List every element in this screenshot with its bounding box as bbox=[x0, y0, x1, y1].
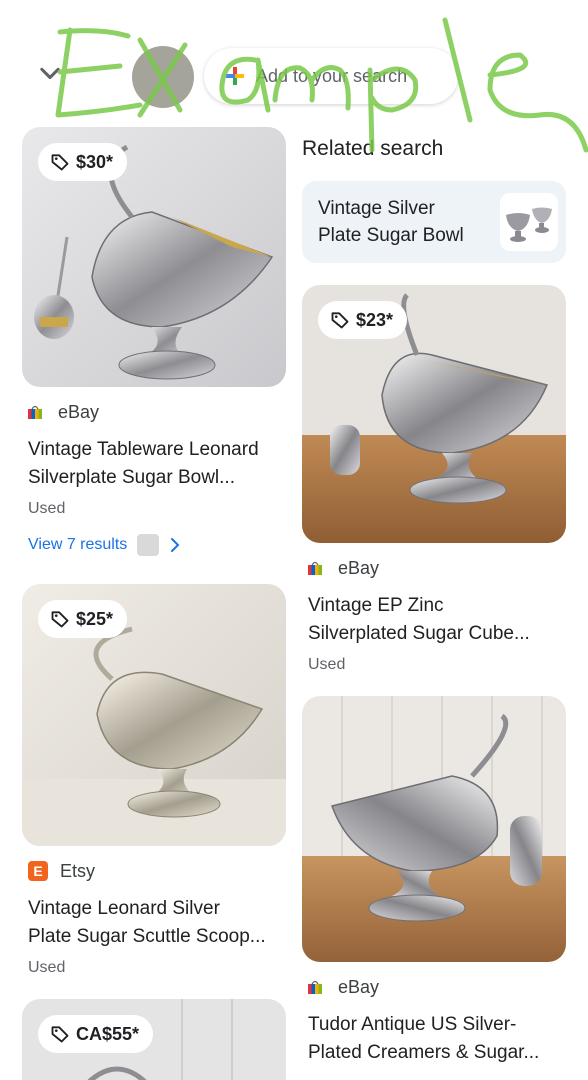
condition-label: Used bbox=[28, 500, 66, 517]
price-badge: CA$55* bbox=[38, 1015, 154, 1053]
price-label: CA$55* bbox=[76, 1023, 140, 1044]
price-tag-icon bbox=[51, 611, 69, 628]
related-search-thumbnail bbox=[500, 193, 558, 251]
result-card[interactable]: $30* eBay Vintage Tableware Leonard Silv… bbox=[22, 127, 286, 556]
price-label: $30* bbox=[76, 151, 114, 172]
price-badge: $25* bbox=[38, 600, 128, 638]
product-image[interactable]: CA$55* bbox=[22, 999, 286, 1080]
title-line: Tudor Antique US Silver- bbox=[308, 1014, 517, 1035]
product-image[interactable]: $23* bbox=[302, 285, 566, 543]
source-name: Etsy bbox=[60, 860, 96, 881]
related-search-heading: Related search bbox=[302, 137, 444, 160]
title-line: Vintage Tableware Leonard bbox=[28, 439, 259, 460]
source-row: eBay bbox=[302, 557, 566, 579]
title-line: Vintage EP Zinc bbox=[308, 595, 444, 616]
title-line: Silverplated Sugar Cube... bbox=[308, 623, 530, 644]
search-placeholder: Add to your search bbox=[256, 65, 408, 86]
product-title[interactable]: Vintage EP Zinc Silverplated Sugar Cube.… bbox=[302, 592, 566, 648]
price-tag-icon bbox=[51, 154, 69, 171]
price-badge: $30* bbox=[38, 143, 128, 181]
product-title[interactable]: Vintage Leonard Silver Plate Sugar Scutt… bbox=[22, 895, 286, 951]
result-card[interactable]: $25* E Etsy Vintage Leonard Silver Plate… bbox=[22, 584, 286, 977]
title-line: Plated Creamers & Sugar... bbox=[308, 1042, 540, 1063]
ebay-bag-icon bbox=[28, 405, 42, 419]
product-title[interactable]: Vintage Tableware Leonard Silverplate Su… bbox=[22, 436, 286, 492]
ebay-bag-icon bbox=[308, 980, 322, 994]
price-badge: $23* bbox=[318, 301, 408, 339]
add-to-search-button[interactable]: Add to your search bbox=[204, 48, 458, 104]
result-card[interactable]: $23* eBay Vintage EP Zinc Silverplated S… bbox=[302, 285, 566, 674]
product-image[interactable]: $30* bbox=[22, 127, 286, 387]
ebay-bag-icon bbox=[308, 561, 322, 575]
source-name: eBay bbox=[338, 557, 380, 578]
chevron-right-icon bbox=[171, 538, 180, 552]
condition-label: Used bbox=[308, 656, 346, 673]
source-row: eBay bbox=[22, 401, 286, 423]
price-tag-icon bbox=[331, 312, 349, 329]
related-search-chip[interactable]: Vintage Silver Plate Sugar Bowl bbox=[302, 181, 566, 263]
source-row: eBay bbox=[302, 976, 566, 998]
product-image[interactable] bbox=[302, 696, 566, 962]
related-search-label: Vintage Silver Plate Sugar Bowl bbox=[318, 195, 464, 249]
results-column-right: Related search Vintage Silver Plate Suga… bbox=[302, 127, 566, 1067]
price-label: $23* bbox=[356, 309, 394, 330]
title-line: Silverplate Sugar Bowl... bbox=[28, 467, 235, 488]
condition-label: Used bbox=[28, 959, 66, 976]
related-line: Plate Sugar Bowl bbox=[318, 225, 464, 246]
source-name: eBay bbox=[58, 401, 100, 422]
related-line: Vintage Silver bbox=[318, 198, 435, 219]
price-tag-icon bbox=[51, 1026, 69, 1043]
result-card[interactable]: eBay Tudor Antique US Silver- Plated Cre… bbox=[302, 696, 566, 1067]
title-line: Plate Sugar Scuttle Scoop... bbox=[28, 926, 266, 947]
selection-thumbnail[interactable] bbox=[132, 46, 194, 108]
price-label: $25* bbox=[76, 608, 114, 629]
etsy-e-icon: E bbox=[28, 861, 48, 881]
source-row: E Etsy bbox=[22, 860, 286, 882]
source-name: eBay bbox=[338, 976, 380, 997]
plus-icon bbox=[226, 67, 244, 85]
results-column-left: $30* eBay Vintage Tableware Leonard Silv… bbox=[22, 127, 286, 1080]
title-line: Vintage Leonard Silver bbox=[28, 898, 220, 919]
result-card[interactable]: CA$55* bbox=[22, 999, 286, 1080]
view-results-link[interactable]: View 7 results bbox=[22, 534, 286, 556]
chevron-down-icon[interactable] bbox=[36, 60, 64, 88]
product-title[interactable]: Tudor Antique US Silver- Plated Creamers… bbox=[302, 1011, 566, 1067]
results-thumbnail bbox=[137, 534, 160, 556]
product-image[interactable]: $25* bbox=[22, 584, 286, 846]
view-results-label: View 7 results bbox=[28, 536, 128, 553]
